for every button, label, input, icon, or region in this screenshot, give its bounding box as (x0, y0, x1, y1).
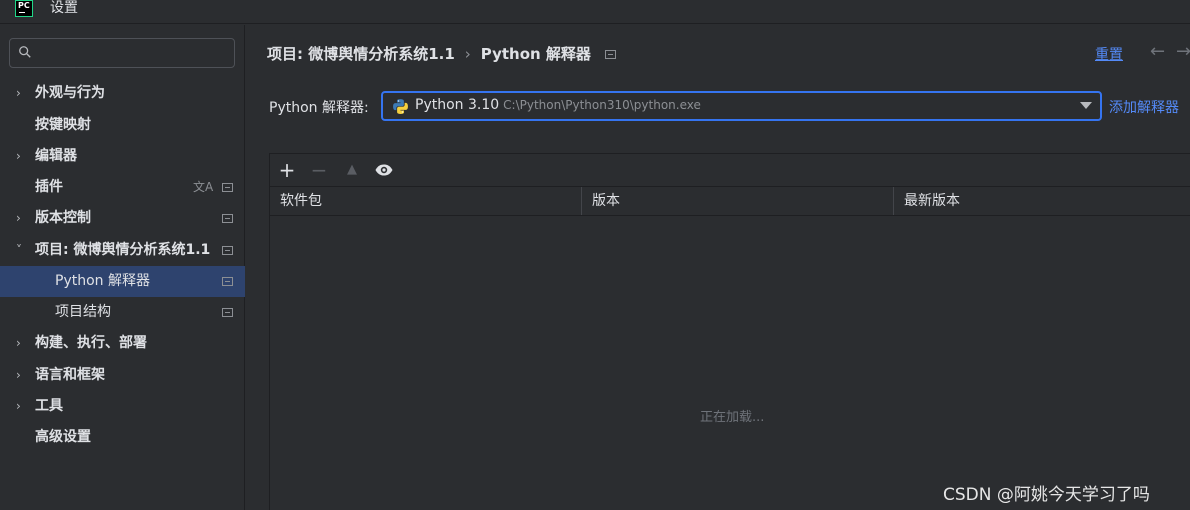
show-early-releases-eye-icon[interactable] (372, 158, 396, 182)
breadcrumb-project[interactable]: 项目: 微博舆情分析系统1.1 (267, 45, 455, 63)
upgrade-package-icon[interactable]: ▲ (340, 158, 364, 182)
collapse-chevron-icon[interactable]: ˅ (16, 235, 28, 266)
interpreter-label: Python 解释器: (269, 100, 369, 116)
project-scope-icon (222, 308, 233, 317)
project-scope-icon (604, 50, 616, 59)
project-scope-icon (222, 246, 233, 255)
expand-chevron-icon[interactable]: › (16, 141, 28, 172)
sidebar-item-languages[interactable]: › 语言和框架 (0, 360, 245, 391)
project-scope-icon (222, 277, 233, 286)
sidebar-item-build[interactable]: › 构建、执行、部署 (0, 328, 245, 359)
sidebar-item-editor[interactable]: › 编辑器 (0, 141, 245, 172)
remove-package-icon[interactable]: − (307, 158, 331, 182)
forward-arrow-icon[interactable]: → (1176, 41, 1190, 62)
project-scope-icon (222, 214, 233, 223)
interpreter-name: Python 3.10 (415, 97, 500, 113)
sidebar-item-appearance[interactable]: › 外观与行为 (0, 78, 245, 109)
sidebar-item-tools[interactable]: › 工具 (0, 391, 245, 422)
expand-chevron-icon[interactable]: › (16, 203, 28, 234)
reset-button[interactable]: 重置 (1095, 44, 1123, 64)
packages-table-header: 软件包 版本 最新版本 (270, 186, 1190, 216)
sidebar-item-python-interpreter[interactable]: Python 解释器 (0, 266, 245, 297)
sidebar-item-label: 按键映射 (35, 117, 91, 133)
interpreter-dropdown[interactable]: Python 3.10 C:\Python\Python310\python.ex… (381, 91, 1102, 121)
dropdown-arrow-icon[interactable] (1080, 102, 1092, 109)
column-header-latest-version[interactable]: 最新版本 (894, 187, 1190, 215)
watermark: CSDN @阿姚今天学习了吗 (943, 485, 1150, 505)
sidebar-item-label: 语言和框架 (35, 367, 105, 383)
sidebar-item-label: 高级设置 (35, 429, 91, 445)
search-icon (19, 46, 31, 58)
expand-chevron-icon[interactable]: › (16, 360, 28, 391)
project-scope-icon (222, 183, 233, 192)
breadcrumb-current: Python 解释器 (480, 45, 591, 63)
search-input[interactable] (44, 43, 224, 63)
sidebar-item-label: 项目结构 (55, 304, 111, 320)
column-header-package[interactable]: 软件包 (270, 187, 582, 215)
translate-icon: 文A (193, 180, 214, 194)
sidebar-item-advanced[interactable]: 高级设置 (0, 422, 245, 453)
packages-toolbar: + − ▲ (270, 154, 1190, 186)
window-title: 设置 (50, 0, 78, 16)
interpreter-value: Python 3.10 C:\Python\Python310\python.ex… (415, 97, 701, 113)
title-bar: PC 设置 (0, 0, 1190, 24)
sidebar-item-plugins[interactable]: 插件 文A (0, 172, 245, 203)
sidebar-item-label: 编辑器 (35, 148, 77, 164)
sidebar-item-label: 版本控制 (35, 210, 91, 226)
sidebar-item-label: 插件 (35, 179, 63, 195)
pycharm-logo-icon: PC (15, 0, 33, 17)
add-package-icon[interactable]: + (275, 158, 299, 182)
breadcrumb-separator-icon: › (464, 45, 471, 63)
column-header-version[interactable]: 版本 (582, 187, 894, 215)
expand-chevron-icon[interactable]: › (16, 328, 28, 359)
settings-sidebar: › 外观与行为 按键映射 › 编辑器 插件 文A › 版本控制 ˅ 项目: 微博… (0, 25, 245, 510)
breadcrumb: 项目: 微博舆情分析系统1.1 › Python 解释器 (267, 43, 616, 64)
back-arrow-icon[interactable]: ← (1150, 41, 1165, 62)
search-box[interactable] (9, 38, 235, 68)
sidebar-item-label: Python 解释器 (55, 273, 150, 289)
sidebar-item-label: 构建、执行、部署 (35, 335, 147, 351)
sidebar-item-label: 外观与行为 (35, 85, 105, 101)
logo-text: PC (18, 1, 30, 10)
expand-chevron-icon[interactable]: › (16, 391, 28, 422)
loading-text: 正在加载... (700, 410, 765, 425)
expand-chevron-icon[interactable]: › (16, 78, 28, 109)
sidebar-item-vcs[interactable]: › 版本控制 (0, 203, 245, 234)
sidebar-item-label: 项目: 微博舆情分析系统1.1 (35, 242, 211, 258)
sidebar-item-keymap[interactable]: 按键映射 (0, 110, 245, 141)
sidebar-item-project-structure[interactable]: 项目结构 (0, 297, 245, 328)
sidebar-item-project[interactable]: ˅ 项目: 微博舆情分析系统1.1 (0, 235, 245, 266)
sidebar-item-label: 工具 (35, 398, 63, 414)
python-icon (393, 99, 408, 114)
packages-panel: + − ▲ 软件包 版本 最新版本 正在加载... (269, 153, 1190, 510)
settings-main-panel: 项目: 微博舆情分析系统1.1 › Python 解释器 重置 ← → Python… (246, 25, 1190, 510)
add-interpreter-button[interactable]: 添加解释器 (1109, 97, 1179, 117)
interpreter-path: C:\Python\Python310\python.exe (503, 98, 701, 112)
